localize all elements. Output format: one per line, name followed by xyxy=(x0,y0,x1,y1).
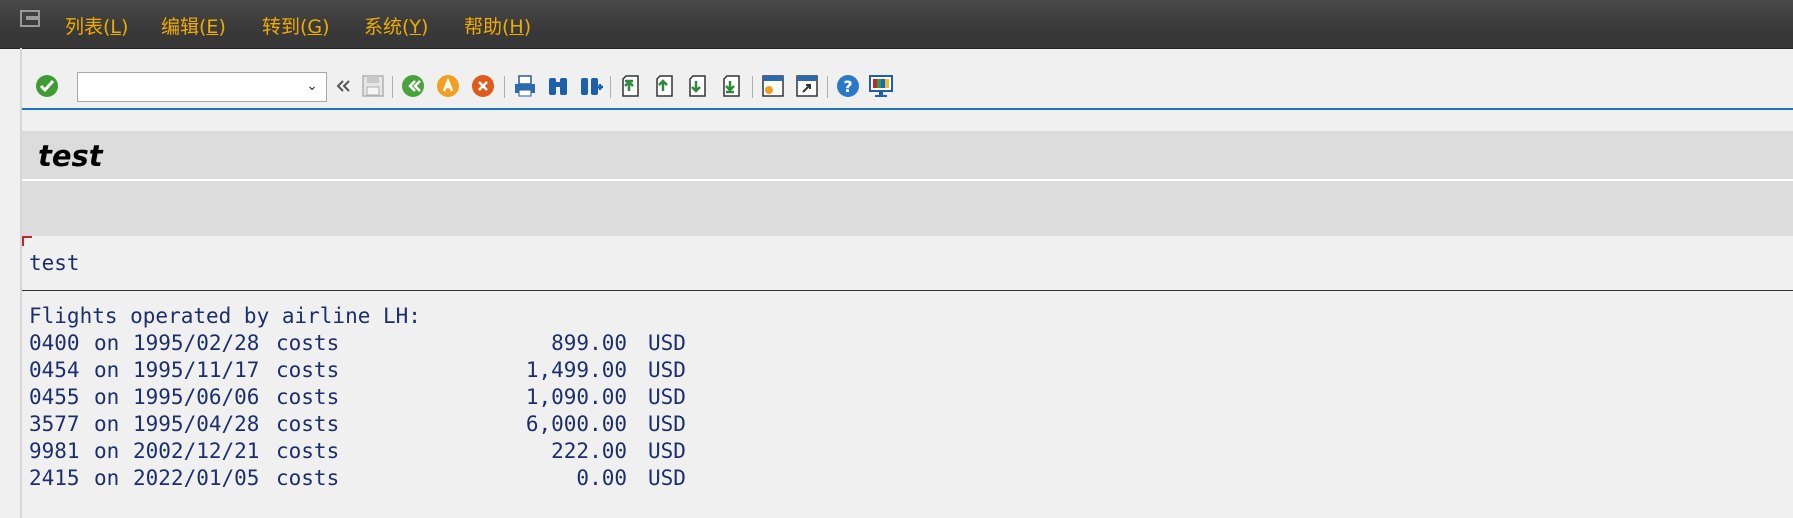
cancel-icon[interactable] xyxy=(469,72,497,100)
menu-help[interactable]: 帮助(H) xyxy=(464,12,531,39)
print-icon[interactable] xyxy=(511,72,539,100)
enter-check-icon[interactable] xyxy=(33,72,61,100)
first-page-icon[interactable] xyxy=(617,72,645,100)
command-field[interactable]: ⌄ xyxy=(77,72,327,102)
find-icon[interactable] xyxy=(544,72,572,100)
last-page-icon[interactable] xyxy=(718,72,746,100)
chevron-down-icon[interactable]: ⌄ xyxy=(306,78,318,94)
back-icon[interactable] xyxy=(399,72,427,100)
svg-text:?: ? xyxy=(843,77,852,96)
find-next-icon[interactable] xyxy=(577,72,605,100)
application-toolbar xyxy=(22,181,1793,236)
previous-page-icon[interactable] xyxy=(651,72,679,100)
help-icon[interactable]: ? xyxy=(834,72,862,100)
menu-edit[interactable]: 编辑(E) xyxy=(161,12,226,39)
command-input[interactable] xyxy=(84,74,298,102)
standard-toolbar: ⌄ ? xyxy=(22,68,1793,110)
title-bar: test xyxy=(22,131,1793,181)
menu-bar: 列表(L) 编辑(E) 转到(G) 系统(Y) 帮助(H) xyxy=(0,0,1793,49)
list-output: test Flights operated by airline LH: 040… xyxy=(22,244,1793,518)
page-title: test xyxy=(38,139,103,173)
header-divider xyxy=(22,290,1793,291)
customize-layout-icon[interactable] xyxy=(867,72,895,100)
collapse-double-left-icon[interactable] xyxy=(333,72,353,100)
list-intro: Flights operated by airline LH: xyxy=(29,304,421,328)
shortcut-icon[interactable] xyxy=(793,72,821,100)
system-menu-icon[interactable] xyxy=(20,10,42,28)
list-header: test xyxy=(29,251,80,275)
new-session-icon[interactable] xyxy=(759,72,787,100)
exit-icon[interactable] xyxy=(434,72,462,100)
menu-system[interactable]: 系统(Y) xyxy=(364,12,428,39)
next-page-icon[interactable] xyxy=(684,72,712,100)
menu-list[interactable]: 列表(L) xyxy=(65,12,128,39)
save-icon[interactable] xyxy=(359,72,387,100)
menu-goto[interactable]: 转到(G) xyxy=(262,12,330,39)
